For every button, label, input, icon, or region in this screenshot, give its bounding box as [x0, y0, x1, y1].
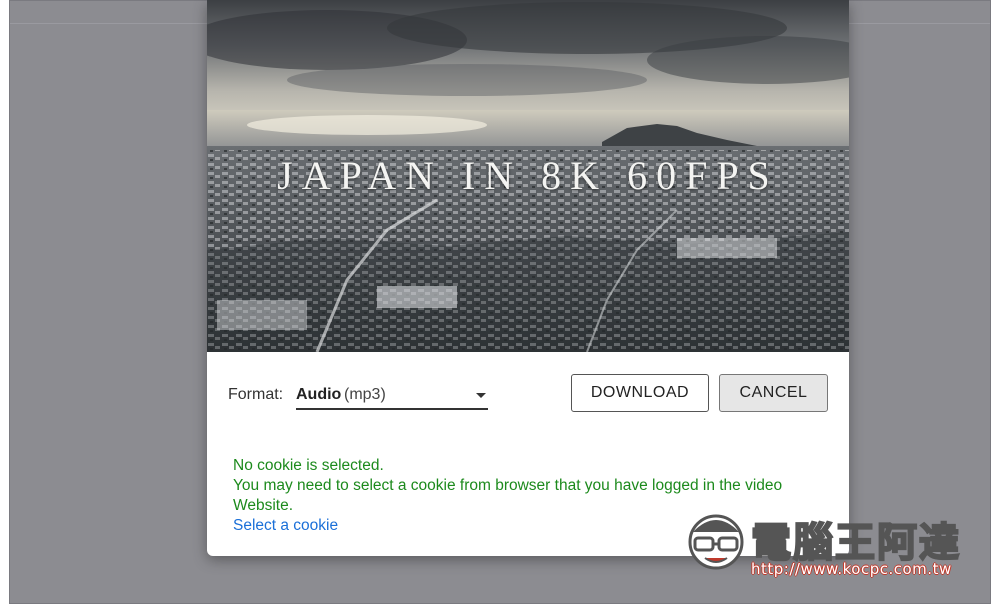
download-button[interactable]: DOWNLOAD — [571, 374, 709, 412]
video-thumbnail: JAPAN IN 8K 60FPS — [207, 0, 849, 352]
dropdown-caret-icon — [476, 393, 486, 398]
format-label: Format: — [228, 386, 284, 403]
site-watermark: 電腦王阿達 http://www.kocpc.com.tw — [683, 500, 973, 582]
format-select[interactable]: Audio (mp3) — [296, 382, 488, 410]
format-selected-main: Audio — [296, 386, 342, 403]
watermark-url: http://www.kocpc.com.tw — [751, 560, 952, 578]
cancel-button[interactable]: CANCEL — [719, 374, 828, 412]
format-controls: Format: Audio (mp3) DOWNLOAD CANCEL — [207, 352, 849, 436]
mascot-face-icon — [688, 514, 744, 570]
video-title-overlay: JAPAN IN 8K 60FPS — [277, 153, 779, 198]
format-selected-sub: (mp3) — [344, 386, 386, 403]
no-cookie-text: No cookie is selected. — [233, 457, 384, 474]
select-cookie-link[interactable]: Select a cookie — [233, 517, 338, 534]
